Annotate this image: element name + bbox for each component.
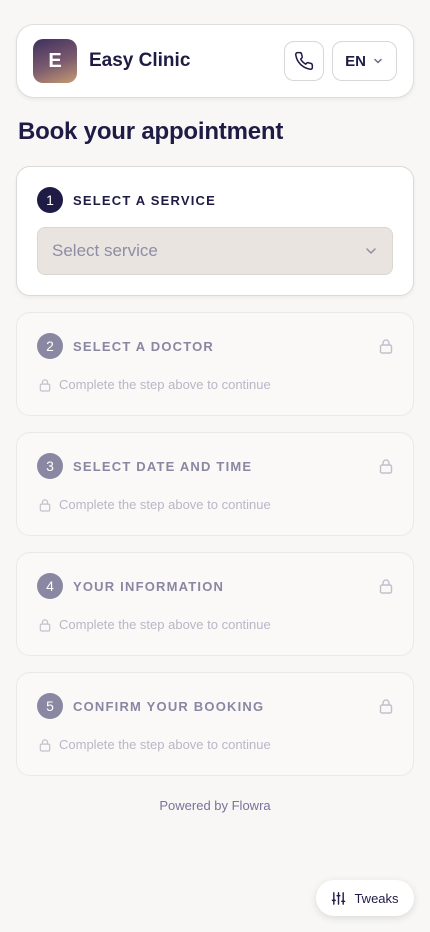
lock-icon [379, 459, 393, 474]
language-label: EN [345, 52, 366, 70]
step-title: SELECT A SERVICE [73, 192, 216, 208]
service-select-placeholder: Select service [52, 241, 158, 260]
step-hint-text: Complete the step above to continue [59, 737, 271, 752]
call-button[interactable] [284, 41, 325, 81]
tweaks-button[interactable]: Tweaks [316, 880, 414, 916]
step-number: 4 [37, 573, 63, 599]
step-title: SELECT A DOCTOR [73, 338, 215, 354]
chevron-down-icon [374, 58, 382, 64]
clinic-name: Easy Clinic [89, 50, 191, 71]
step-number: 2 [37, 333, 63, 359]
step-card-doctor: 2 SELECT A DOCTOR Complete the step abov… [16, 312, 414, 416]
powered-by-link[interactable]: Powered by Flowra [0, 798, 430, 813]
step-hint: Complete the step above to continue [39, 497, 271, 512]
lock-icon [39, 498, 51, 512]
step-title: SELECT DATE AND TIME [73, 458, 253, 474]
step-title: CONFIRM YOUR BOOKING [73, 698, 265, 714]
chevron-down-icon [366, 248, 376, 254]
lock-icon [39, 378, 51, 392]
language-selector[interactable]: EN [332, 41, 397, 81]
step-card-information: 4 YOUR INFORMATION Complete the step abo… [16, 552, 414, 656]
step-hint: Complete the step above to continue [39, 617, 271, 632]
step-number: 5 [37, 693, 63, 719]
step-title: YOUR INFORMATION [73, 578, 225, 594]
step-hint: Complete the step above to continue [39, 377, 271, 392]
step-card-service: 1 SELECT A SERVICE Select service [16, 166, 414, 296]
lock-icon [379, 699, 393, 714]
step-hint-text: Complete the step above to continue [59, 497, 271, 512]
lock-icon [39, 738, 51, 752]
lock-icon [39, 618, 51, 632]
header-bar: E Easy Clinic EN [16, 24, 414, 98]
service-select[interactable]: Select service [37, 227, 393, 275]
sliders-icon [332, 891, 346, 905]
page-title: Book your appointment [18, 118, 284, 145]
step-number: 1 [37, 187, 63, 213]
logo-letter: E [48, 49, 62, 72]
step-card-date-time: 3 SELECT DATE AND TIME Complete the step… [16, 432, 414, 536]
phone-icon [295, 51, 314, 70]
step-card-confirm: 5 CONFIRM YOUR BOOKING Complete the step… [16, 672, 414, 776]
step-hint-text: Complete the step above to continue [59, 377, 271, 392]
step-number: 3 [37, 453, 63, 479]
lock-icon [379, 339, 393, 354]
step-hint: Complete the step above to continue [39, 737, 271, 752]
clinic-logo: E [33, 39, 77, 83]
tweaks-label: Tweaks [354, 890, 399, 906]
lock-icon [379, 579, 393, 594]
step-hint-text: Complete the step above to continue [59, 617, 271, 632]
